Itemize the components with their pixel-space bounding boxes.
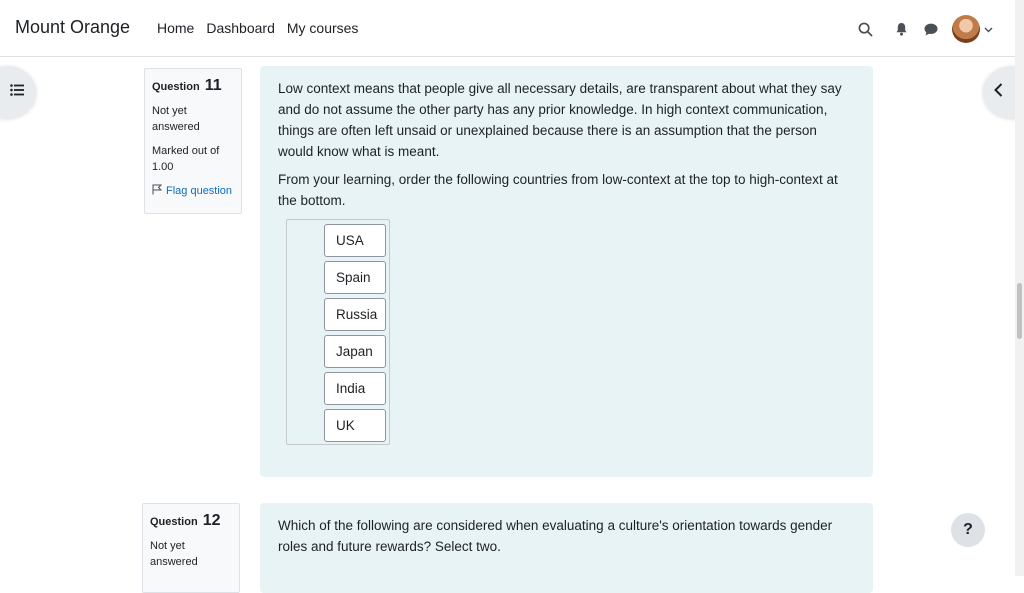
nav-dashboard[interactable]: Dashboard <box>206 20 275 36</box>
question-number: Question 11 <box>152 77 222 94</box>
ordering-item[interactable]: Japan <box>324 335 386 368</box>
question-text: Low context means that people give all n… <box>278 81 842 159</box>
question-instruction: From your learning, order the following … <box>278 172 838 208</box>
ordering-list: USA Spain Russia Japan India UK <box>286 219 390 445</box>
primary-navigation: Home Dashboard My courses <box>157 20 358 36</box>
chevron-left-icon <box>994 82 1003 102</box>
question-state: Not yet answered <box>150 540 198 568</box>
flag-question-label[interactable]: Flag question <box>166 185 232 197</box>
question-content: Which of the following are considered wh… <box>260 503 873 593</box>
ordering-item[interactable]: Spain <box>324 261 386 294</box>
question-text: Which of the following are considered wh… <box>278 518 833 554</box>
list-icon <box>10 83 24 101</box>
course-index-toggle[interactable] <box>0 66 36 118</box>
flag-icon <box>152 184 163 198</box>
question-number: Question 12 <box>150 512 221 529</box>
page-scrollbar[interactable] <box>1015 0 1024 576</box>
user-avatar[interactable] <box>952 15 980 43</box>
search-icon[interactable] <box>850 14 880 44</box>
chevron-down-icon[interactable] <box>984 20 993 38</box>
bell-icon[interactable] <box>886 14 916 44</box>
flag-question-link[interactable]: Flag question <box>152 184 234 198</box>
site-brand[interactable]: Mount Orange <box>15 17 130 38</box>
ordering-item[interactable]: USA <box>324 224 386 257</box>
scrollbar-thumb[interactable] <box>1017 283 1022 339</box>
navbar: Mount Orange Home Dashboard My courses <box>0 0 1015 57</box>
question-content: Low context means that people give all n… <box>260 66 873 477</box>
chat-icon[interactable] <box>916 14 946 44</box>
nav-my-courses[interactable]: My courses <box>287 20 359 36</box>
user-toolbar <box>850 14 993 44</box>
question-info: Question 11 Not yet answered Marked out o… <box>144 68 242 214</box>
question-state: Not yet answered <box>152 105 200 133</box>
question-grade: Marked out of 1.00 <box>152 145 220 173</box>
question-info: Question 12 Not yet answered <box>142 503 240 593</box>
ordering-item[interactable]: UK <box>324 409 386 442</box>
help-button[interactable]: ? <box>951 513 985 547</box>
ordering-item[interactable]: Russia <box>324 298 386 331</box>
nav-home[interactable]: Home <box>157 20 194 36</box>
ordering-item[interactable]: India <box>324 372 386 405</box>
